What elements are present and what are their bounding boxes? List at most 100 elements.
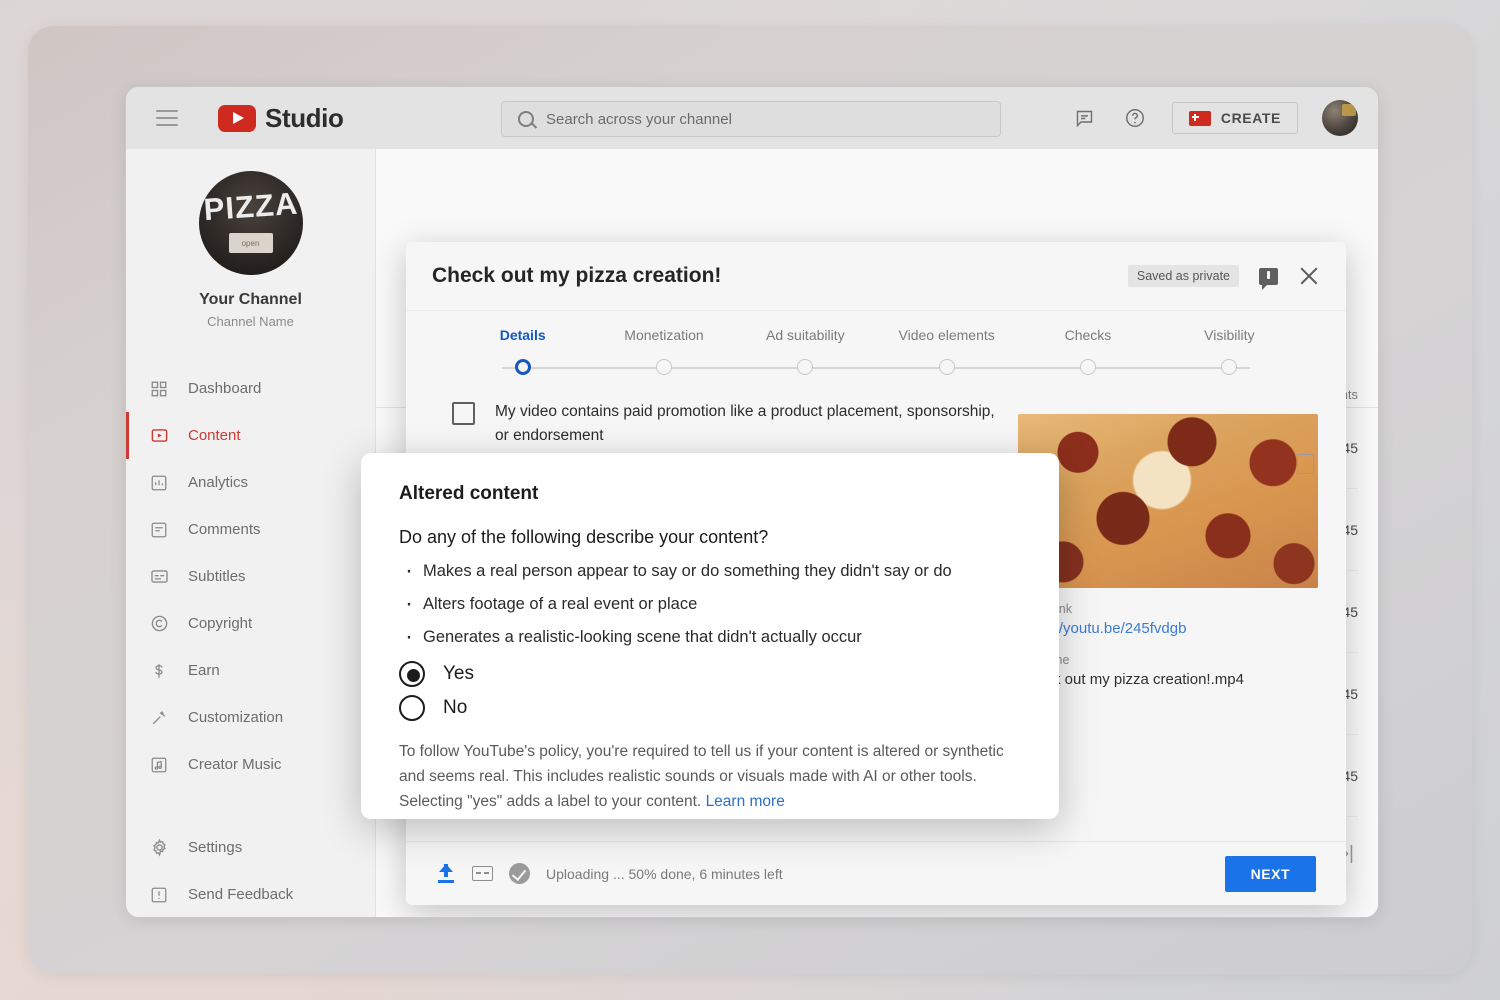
- sidebar-item-comments[interactable]: Comments: [126, 506, 375, 553]
- status-badge: Saved as private: [1127, 265, 1239, 287]
- sidebar-item-label: Dashboard: [188, 380, 262, 397]
- video-link-label: Video link: [1018, 602, 1072, 616]
- sidebar-item-earn[interactable]: Earn: [126, 647, 375, 694]
- sidebar-divider: [126, 788, 375, 824]
- next-button[interactable]: NEXT: [1224, 855, 1316, 892]
- copy-icon[interactable]: [1293, 451, 1314, 474]
- sidebar-item-label: Analytics: [188, 474, 249, 491]
- studio-brand[interactable]: Studio: [218, 102, 344, 134]
- learn-more-link[interactable]: Learn more: [706, 793, 785, 810]
- feedback-icon[interactable]: [1072, 105, 1098, 131]
- alert-bubble-icon[interactable]: [1259, 267, 1278, 290]
- modal-title: Altered content: [399, 483, 539, 504]
- subtitles-icon: [148, 566, 170, 588]
- filename-value: Check out my pizza creation!.mp4: [1018, 671, 1244, 688]
- copyright-icon: [148, 613, 170, 635]
- sidebar-item-label: Customization: [188, 709, 284, 726]
- channel-avatar-sign: [228, 233, 273, 253]
- step-dot-video-elements[interactable]: [938, 359, 955, 375]
- brand-label: Studio: [265, 102, 344, 133]
- modal-policy-text: To follow YouTube's policy, you're requi…: [399, 739, 1021, 814]
- sidebar-item-content[interactable]: Content: [126, 412, 375, 459]
- comments-icon: [148, 519, 170, 541]
- sidebar-item-label: Copyright: [188, 615, 253, 632]
- sidebar-item-label: Settings: [188, 839, 243, 856]
- avatar[interactable]: [1322, 100, 1358, 136]
- tab-monetization[interactable]: Monetization: [593, 327, 734, 343]
- tab-video-elements[interactable]: Video elements: [876, 327, 1017, 343]
- create-button[interactable]: CREATE: [1171, 102, 1298, 134]
- sidebar-item-customization[interactable]: Customization: [126, 694, 375, 741]
- create-video-icon: [1188, 110, 1211, 126]
- radio-option-yes[interactable]: Yes: [399, 661, 1021, 687]
- sidebar-item-dashboard[interactable]: Dashboard: [126, 365, 375, 412]
- modal-bullet-list: Makes a real person appear to say or do …: [399, 557, 1021, 651]
- music-icon: [148, 754, 170, 776]
- step-dot-visibility[interactable]: [1221, 359, 1238, 375]
- earn-icon: [148, 660, 170, 682]
- paid-promotion-label: My video contains paid promotion like a …: [495, 403, 995, 445]
- upload-dialog-footer: Uploading ... 50% done, 6 minutes left N…: [406, 841, 1346, 905]
- upload-stepper: Details Monetization Ad suitability Vide…: [406, 310, 1346, 386]
- sidebar-item-subtitles[interactable]: Subtitles: [126, 553, 375, 600]
- top-bar: Studio Search across your channel CREATE: [126, 87, 1378, 149]
- upload-dialog-header: Check out my pizza creation! Saved as pr…: [406, 242, 1346, 310]
- stepper-dots: [452, 359, 1300, 375]
- dashboard-icon: [148, 378, 170, 400]
- sidebar-item-analytics[interactable]: Analytics: [126, 459, 375, 506]
- sidebar-item-settings[interactable]: Settings: [126, 824, 375, 871]
- channel-subtitle: Channel Name: [207, 314, 294, 329]
- step-dot-details[interactable]: [514, 359, 531, 375]
- sidebar-item-creator-music[interactable]: Creator Music: [126, 741, 375, 788]
- channel-avatar[interactable]: PIZZA: [198, 171, 303, 275]
- altered-content-modal: Altered content Do any of the following …: [361, 453, 1059, 819]
- tab-ad-suitability[interactable]: Ad suitability: [735, 327, 876, 343]
- sidebar-item-label: Earn: [188, 662, 220, 679]
- radio-yes-label: Yes: [443, 663, 474, 684]
- paid-promotion-checkbox[interactable]: [452, 402, 475, 425]
- step-dot-checks[interactable]: [1079, 359, 1096, 375]
- checks-complete-icon: [509, 863, 530, 884]
- close-icon[interactable]: [1298, 265, 1320, 287]
- step-dot-ad-suitability[interactable]: [797, 359, 814, 375]
- channel-avatar-text: PIZZA: [202, 185, 299, 228]
- search-icon: [518, 111, 534, 127]
- radio-no-label: No: [443, 697, 468, 718]
- sidebar-item-label: Send Feedback: [188, 886, 294, 903]
- feedback-icon: [148, 884, 170, 906]
- upload-dialog-header-actions: Saved as private: [1127, 265, 1320, 290]
- sidebar-item-label: Comments: [188, 521, 261, 538]
- radio-no-indicator[interactable]: [399, 695, 425, 721]
- closed-captions-icon: [472, 866, 493, 881]
- analytics-icon: [148, 472, 170, 494]
- list-item: Makes a real person appear to say or do …: [399, 557, 1021, 585]
- video-thumbnail[interactable]: [1018, 414, 1318, 588]
- upload-dialog-title: Check out my pizza creation!: [432, 264, 722, 287]
- radio-yes-indicator[interactable]: [399, 661, 425, 687]
- step-dot-monetization[interactable]: [655, 359, 672, 375]
- stepper-labels: Details Monetization Ad suitability Vide…: [406, 311, 1346, 343]
- sidebar-item-label: Content: [188, 427, 241, 444]
- tab-details[interactable]: Details: [452, 327, 593, 343]
- youtube-logo-icon: [218, 104, 256, 132]
- radio-option-no[interactable]: No: [399, 695, 1021, 721]
- sidebar-item-label: Creator Music: [188, 756, 282, 773]
- sidebar-item-copyright[interactable]: Copyright: [126, 600, 375, 647]
- tab-visibility[interactable]: Visibility: [1159, 327, 1300, 343]
- sidebar-item-label: Subtitles: [188, 568, 246, 585]
- sidebar-nav: Dashboard Content Analytics Comments Sub…: [126, 365, 375, 917]
- filename-label: Filename: [1018, 653, 1318, 667]
- content-icon: [148, 425, 170, 447]
- channel-title: Your Channel: [199, 291, 302, 308]
- create-label: CREATE: [1220, 110, 1281, 126]
- sidebar: PIZZA Your Channel Channel Name Dashboar…: [126, 149, 376, 917]
- channel-block: PIZZA Your Channel Channel Name: [126, 149, 375, 343]
- search-input[interactable]: Search across your channel: [501, 101, 1001, 137]
- help-icon[interactable]: [1122, 105, 1148, 131]
- gear-icon: [148, 837, 170, 859]
- hamburger-icon[interactable]: [156, 110, 178, 126]
- sidebar-item-send-feedback[interactable]: Send Feedback: [126, 871, 375, 917]
- tab-checks[interactable]: Checks: [1017, 327, 1158, 343]
- video-link-value[interactable]: https://youtu.be/245fvdgb: [1018, 620, 1318, 637]
- upload-status-text: Uploading ... 50% done, 6 minutes left: [546, 865, 783, 882]
